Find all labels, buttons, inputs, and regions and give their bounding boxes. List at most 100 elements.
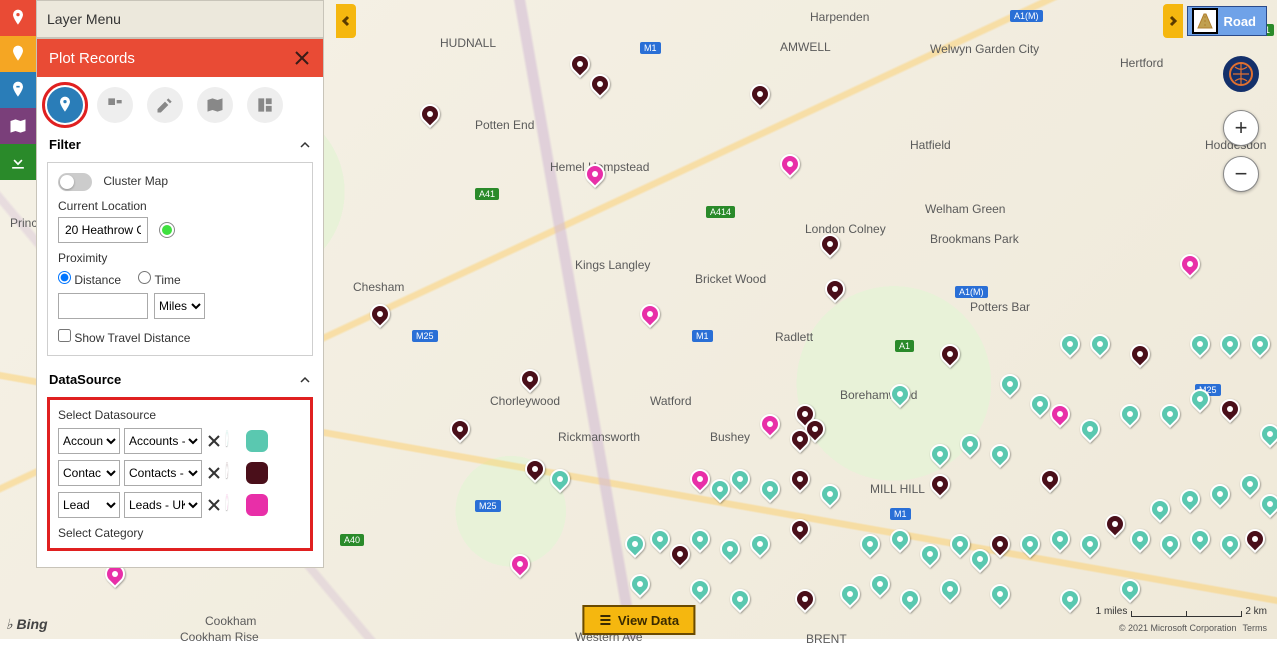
map-pin[interactable]	[1040, 469, 1060, 495]
close-icon[interactable]	[293, 49, 311, 67]
show-travel-checkbox[interactable]: Show Travel Distance	[58, 331, 190, 345]
map-pin[interactable]	[450, 419, 470, 445]
map-pin[interactable]	[650, 529, 670, 555]
map-pin[interactable]	[570, 54, 590, 80]
map-pin[interactable]	[1020, 534, 1040, 560]
map-pin[interactable]	[640, 304, 660, 330]
map-pin[interactable]	[420, 104, 440, 130]
map-pin[interactable]	[860, 534, 880, 560]
ds-view-select[interactable]: Contacts -	[124, 460, 202, 486]
ds-color-swatch[interactable]	[246, 462, 268, 484]
map-pin[interactable]	[1210, 484, 1230, 510]
map-pin[interactable]	[900, 589, 920, 615]
remove-row-icon[interactable]	[206, 497, 222, 513]
map-pin[interactable]	[370, 304, 390, 330]
proximity-value-input[interactable]	[58, 293, 148, 319]
tool-download-icon[interactable]	[0, 144, 36, 180]
map-pin[interactable]	[1150, 499, 1170, 525]
terms-link[interactable]: Terms	[1243, 623, 1268, 633]
map-pin[interactable]	[1190, 389, 1210, 415]
collapse-right-tab[interactable]	[1163, 4, 1183, 38]
map-pin[interactable]	[890, 384, 910, 410]
ds-color-swatch[interactable]	[246, 494, 268, 516]
map-pin[interactable]	[720, 539, 740, 565]
map-pin[interactable]	[1030, 394, 1050, 420]
map-pin[interactable]	[1220, 334, 1240, 360]
map-pin[interactable]	[1090, 334, 1110, 360]
map-pin[interactable]	[625, 534, 645, 560]
ds-color-swatch[interactable]	[246, 430, 268, 452]
map-pin[interactable]	[990, 444, 1010, 470]
map-pin[interactable]	[1060, 589, 1080, 615]
map-pin[interactable]	[795, 589, 815, 615]
map-pin[interactable]	[1190, 529, 1210, 555]
map-pin[interactable]	[520, 369, 540, 395]
map-pin[interactable]	[790, 519, 810, 545]
map-pin[interactable]	[750, 534, 770, 560]
map-pin[interactable]	[510, 554, 530, 580]
zoom-in-button[interactable]: +	[1223, 110, 1259, 146]
map-pin[interactable]	[1180, 254, 1200, 280]
map-pin[interactable]	[1080, 534, 1100, 560]
map-pin[interactable]	[585, 164, 605, 190]
ds-entity-select[interactable]: Accoun	[58, 428, 120, 454]
map-pin[interactable]	[730, 469, 750, 495]
map-pin[interactable]	[1160, 404, 1180, 430]
map-pin[interactable]	[940, 579, 960, 605]
map-pin[interactable]	[1080, 419, 1100, 445]
map-pin[interactable]	[670, 544, 690, 570]
tab-region[interactable]	[197, 87, 233, 123]
tool-search-location-icon[interactable]	[0, 72, 36, 108]
map-pin[interactable]	[1050, 404, 1070, 430]
globe-reset-button[interactable]	[1223, 56, 1259, 92]
map-pin[interactable]	[890, 529, 910, 555]
map-pin[interactable]	[990, 534, 1010, 560]
map-pin[interactable]	[1130, 529, 1150, 555]
tab-territory[interactable]	[97, 87, 133, 123]
map-pin[interactable]	[790, 429, 810, 455]
map-pin[interactable]	[820, 234, 840, 260]
map-pin[interactable]	[825, 279, 845, 305]
map-pin[interactable]	[710, 479, 730, 505]
tool-territory-icon[interactable]	[0, 36, 36, 72]
current-location-dot-icon[interactable]	[160, 223, 174, 237]
map-pin[interactable]	[590, 74, 610, 100]
datasource-section-head[interactable]: DataSource	[37, 366, 323, 393]
map-pin[interactable]	[1000, 374, 1020, 400]
map-pin[interactable]	[920, 544, 940, 570]
map-pin[interactable]	[750, 84, 770, 110]
map-pin[interactable]	[525, 459, 545, 485]
map-pin[interactable]	[1190, 334, 1210, 360]
map-pin[interactable]	[1180, 489, 1200, 515]
zoom-out-button[interactable]: −	[1223, 156, 1259, 192]
map-pin[interactable]	[760, 414, 780, 440]
map-pin[interactable]	[690, 579, 710, 605]
tool-pin-icon[interactable]	[0, 0, 36, 36]
map-pin[interactable]	[1120, 579, 1140, 605]
tool-region-icon[interactable]	[0, 108, 36, 144]
map-pin[interactable]	[930, 444, 950, 470]
map-pin[interactable]	[1120, 404, 1140, 430]
time-radio[interactable]: Time	[138, 273, 180, 287]
remove-row-icon[interactable]	[206, 465, 222, 481]
map-pin[interactable]	[1245, 529, 1265, 555]
map-pin[interactable]	[990, 584, 1010, 610]
map-pin[interactable]	[1050, 529, 1070, 555]
tab-layout[interactable]	[247, 87, 283, 123]
map-pin[interactable]	[780, 154, 800, 180]
map-pin[interactable]	[690, 529, 710, 555]
map-pin[interactable]	[690, 469, 710, 495]
map-pin[interactable]	[940, 344, 960, 370]
layer-menu-header[interactable]: Layer Menu	[36, 0, 324, 38]
ds-entity-select[interactable]: Contac	[58, 460, 120, 486]
map-pin[interactable]	[820, 484, 840, 510]
proximity-unit-select[interactable]: Miles	[154, 293, 205, 319]
map-pin[interactable]	[960, 434, 980, 460]
map-pin[interactable]	[930, 474, 950, 500]
map-pin[interactable]	[1250, 334, 1270, 360]
map-pin[interactable]	[1260, 424, 1277, 450]
map-pin[interactable]	[840, 584, 860, 610]
map-pin[interactable]	[970, 549, 990, 575]
map-pin[interactable]	[790, 469, 810, 495]
map-pin[interactable]	[1130, 344, 1150, 370]
